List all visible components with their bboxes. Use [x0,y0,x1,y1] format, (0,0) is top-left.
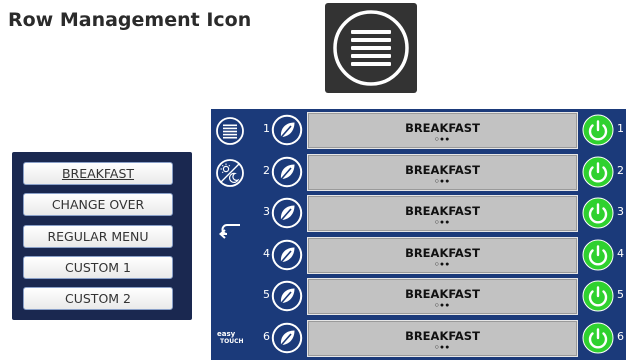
menu-item-custom-2[interactable]: CUSTOM 2 [23,287,173,310]
leaf-icon[interactable] [271,114,303,146]
menu-item-label: REGULAR MENU [47,229,149,244]
row-page-dots: ○●● [434,302,451,310]
row-number: 3 [263,205,270,219]
power-icon[interactable] [582,280,614,312]
hamburger-menu-icon[interactable] [215,116,245,146]
row-menu-button[interactable]: BREAKFAST ○●● [307,320,578,357]
row-menu-button[interactable]: BREAKFAST ○●● [307,278,578,316]
touch-screen-panel: easy TOUCH 1 BREAKFAST ○●● 1 2 BREAKFAST ○●● 2 3… [211,109,626,360]
power-icon[interactable] [582,239,614,271]
power-icon[interactable] [582,114,614,146]
row-page-dots: ○●● [434,219,451,227]
leaf-icon[interactable] [271,156,303,188]
row-page-dots: ○●● [434,136,451,143]
row-number: 2 [263,163,270,177]
leaf-icon[interactable] [271,197,303,229]
menu-item-label: BREAKFAST [61,166,135,181]
menu-item-label: CHANGE OVER [51,197,145,212]
row-page-dots: ○●● [434,177,451,185]
menu-selection-panel: BREAKFAST CHANGE OVER REGULAR MENU CUSTO… [12,152,192,320]
power-row-number: 2 [617,163,624,177]
row-number: 1 [263,122,270,135]
leaf-icon[interactable] [271,322,303,354]
menu-item-regular-menu[interactable]: REGULAR MENU [23,225,173,248]
power-row-number: 1 [617,122,624,135]
easy-touch-logo: easy TOUCH [217,330,244,346]
row-menu-label: BREAKFAST [405,121,480,135]
row-menu-label: BREAKFAST [405,204,480,219]
row-management-icon-large [325,3,417,93]
power-row-number: 5 [617,288,624,302]
power-row-number: 4 [617,246,624,260]
power-row-number: 3 [617,205,624,219]
power-icon[interactable] [582,156,614,188]
row-menu-label: BREAKFAST [405,329,480,343]
row-menu-button[interactable]: BREAKFAST ○●● [307,236,578,274]
menu-item-label: CUSTOM 1 [65,260,131,275]
leaf-icon[interactable] [271,280,303,312]
logo-line-easy: easy [217,330,236,338]
row-menu-button[interactable]: BREAKFAST ○●● [307,112,578,149]
power-icon[interactable] [582,322,614,354]
row-menu-button[interactable]: BREAKFAST ○●● [307,153,578,191]
row-page-dots: ○●● [434,344,451,351]
logo-line-touch: TOUCH [220,338,244,345]
menu-item-change-over[interactable]: CHANGE OVER [23,193,173,216]
row-number: 5 [263,288,270,302]
leaf-icon[interactable] [271,239,303,271]
row-number: 4 [263,246,270,260]
menu-item-breakfast[interactable]: BREAKFAST [23,162,173,185]
row-menu-label: BREAKFAST [405,162,480,177]
row-page-dots: ○●● [434,260,451,268]
power-icon[interactable] [582,197,614,229]
day-night-icon[interactable] [215,158,245,188]
row-menu-label: BREAKFAST [405,245,480,260]
menu-item-label: CUSTOM 2 [65,291,131,306]
row-menu-button[interactable]: BREAKFAST ○●● [307,195,578,233]
row-menu-label: BREAKFAST [405,287,480,302]
back-arrow-icon[interactable] [215,215,245,245]
row-number: 6 [263,330,270,343]
page-heading: Row Management Icon [8,9,252,31]
power-row-number: 6 [617,330,624,343]
menu-item-custom-1[interactable]: CUSTOM 1 [23,256,173,279]
